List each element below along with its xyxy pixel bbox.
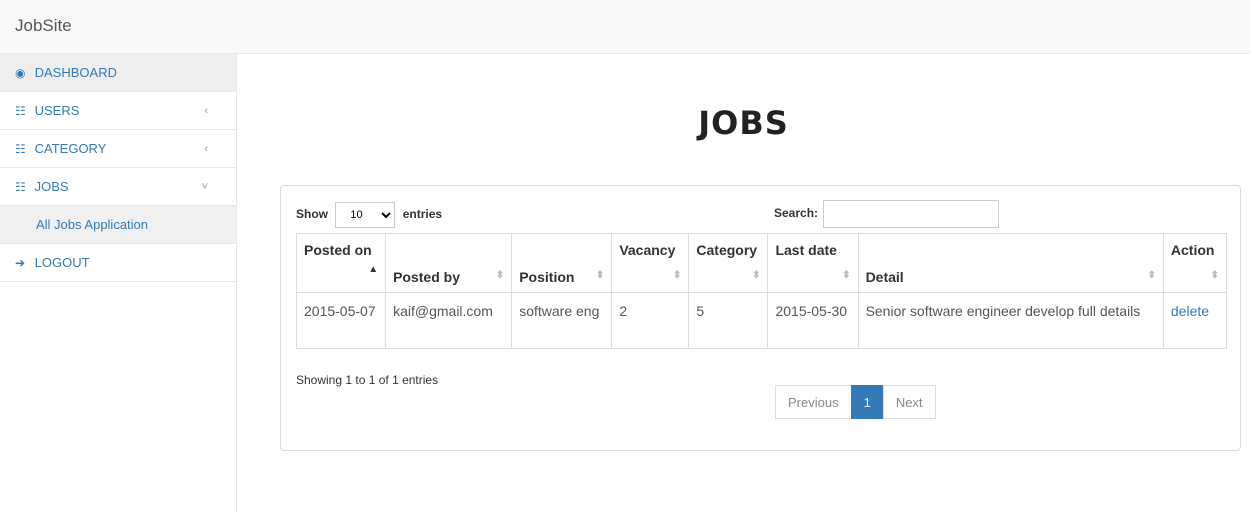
search-label: Search: bbox=[774, 206, 819, 221]
jobs-icon: ☷ bbox=[15, 180, 26, 194]
sort-icon: ⬍ bbox=[595, 270, 605, 281]
column-header-posted-on[interactable]: Posted on ▲ bbox=[295, 233, 387, 293]
cell-posted-by: kaif@gmail.com bbox=[385, 292, 513, 349]
column-header-vacancy[interactable]: Vacancy ⬍ bbox=[611, 233, 690, 293]
cell-posted-on: 2015-05-07 bbox=[295, 292, 387, 349]
sort-icon: ⬍ bbox=[673, 270, 682, 281]
page-title: JOBS bbox=[698, 104, 789, 142]
chevron-left-icon: ‹ bbox=[204, 105, 208, 117]
cell-last-date: 2015-05-30 bbox=[767, 292, 859, 349]
table-info: Showing 1 to 1 of 1 entries bbox=[296, 373, 439, 387]
delete-link[interactable]: delete bbox=[1171, 303, 1209, 319]
entries-label: entries bbox=[402, 207, 443, 221]
sidebar: ◉ DASHBOARD ☷ USERS ‹ ☷ CATEGORY ‹ ☷ JOB… bbox=[0, 54, 237, 512]
search-input[interactable] bbox=[823, 200, 1000, 228]
brand-logo[interactable]: JobSite bbox=[15, 16, 72, 36]
sort-ascending-icon: ▲ bbox=[368, 264, 379, 275]
show-label: Show bbox=[296, 207, 328, 221]
cell-vacancy: 2 bbox=[611, 292, 690, 349]
column-header-last-date[interactable]: Last date ⬍ bbox=[767, 233, 859, 293]
chevron-left-icon: ‹ bbox=[204, 143, 208, 155]
cell-category: 5 bbox=[688, 292, 769, 349]
jobs-panel: Show 10 entries Search: Posted on ▲ Post… bbox=[280, 185, 1241, 451]
sidebar-item-label: LOGOUT bbox=[34, 255, 90, 270]
dashboard-icon: ◉ bbox=[15, 66, 26, 80]
column-header-detail[interactable]: Detail ⬍ bbox=[857, 233, 1164, 293]
sort-icon: ⬍ bbox=[752, 270, 761, 281]
sidebar-item-dashboard[interactable]: ◉ DASHBOARD bbox=[0, 54, 236, 92]
sidebar-item-label: USERS bbox=[34, 103, 80, 118]
next-button[interactable]: Next bbox=[882, 385, 936, 419]
sort-icon: ⬍ bbox=[495, 270, 505, 281]
sidebar-item-users[interactable]: ☷ USERS ‹ bbox=[0, 92, 236, 130]
column-header-posted-by[interactable]: Posted by ⬍ bbox=[385, 233, 513, 293]
table-row: 2015-05-07 kaif@gmail.com software eng 2… bbox=[295, 292, 1228, 349]
cell-position: software eng bbox=[511, 292, 613, 349]
sidebar-item-label: JOBS bbox=[34, 179, 69, 194]
sidebar-item-label: DASHBOARD bbox=[34, 65, 117, 80]
column-header-category[interactable]: Category ⬍ bbox=[688, 233, 769, 293]
chevron-down-icon: ˅ bbox=[201, 181, 208, 193]
top-navbar: JobSite bbox=[0, 0, 1250, 54]
jobs-table: Posted on ▲ Posted by ⬍ Position ⬍ Vacan… bbox=[295, 233, 1228, 349]
page-1-button[interactable]: 1 bbox=[850, 385, 884, 419]
sidebar-item-label: All Jobs Application bbox=[36, 217, 149, 232]
users-icon: ☷ bbox=[15, 104, 26, 118]
category-icon: ☷ bbox=[15, 142, 26, 156]
sidebar-item-all-jobs-application[interactable]: All Jobs Application bbox=[0, 206, 236, 244]
column-header-action[interactable]: Action ⬍ bbox=[1162, 233, 1228, 293]
cell-action: delete bbox=[1162, 292, 1228, 349]
previous-button[interactable]: Previous bbox=[775, 385, 852, 419]
column-header-position[interactable]: Position ⬍ bbox=[511, 233, 613, 293]
search-control: Search: bbox=[774, 200, 1000, 228]
sidebar-item-jobs[interactable]: ☷ JOBS ˅ bbox=[0, 168, 236, 206]
page-length-control: Show 10 entries bbox=[296, 202, 442, 228]
sidebar-item-category[interactable]: ☷ CATEGORY ‹ bbox=[0, 130, 236, 168]
logout-icon: ➔ bbox=[15, 256, 26, 270]
sort-icon: ⬍ bbox=[1147, 270, 1156, 281]
page-size-select[interactable]: 10 bbox=[335, 202, 396, 228]
sort-icon: ⬍ bbox=[842, 270, 851, 281]
pagination: Previous 1 Next bbox=[775, 385, 936, 419]
sidebar-item-label: CATEGORY bbox=[34, 141, 107, 156]
sidebar-item-logout[interactable]: ➔ LOGOUT bbox=[0, 244, 236, 282]
cell-detail: Senior software engineer develop full de… bbox=[857, 292, 1164, 349]
table-header-row: Posted on ▲ Posted by ⬍ Position ⬍ Vacan… bbox=[295, 233, 1228, 293]
sort-icon: ⬍ bbox=[1210, 270, 1219, 281]
